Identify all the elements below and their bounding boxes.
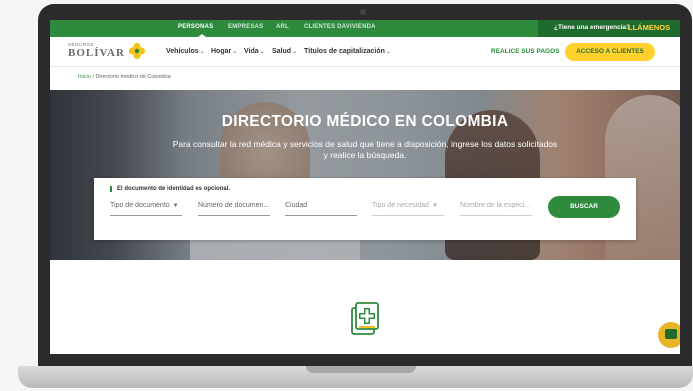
brand-name: BOLÍVAR <box>68 47 125 59</box>
nav-item-label: Hogar <box>211 48 232 55</box>
medical-document-icon <box>351 302 379 335</box>
chat-icon <box>665 329 677 339</box>
document-type-select[interactable]: Tipo de documento ▼ <box>110 202 182 216</box>
breadcrumb-current: Directorio médico de Colombia <box>95 74 171 80</box>
nav-item-label: Vehículos <box>166 48 199 55</box>
need-type-label: Tipo de necesidad <box>372 202 429 209</box>
emergency-question: ¿Tiene una emergencia? <box>554 24 631 31</box>
document-type-label: Tipo de documento <box>110 202 170 209</box>
chevron-down-icon: ⌄ <box>199 49 205 55</box>
nav-item-salud[interactable]: Salud⌄ <box>272 48 297 55</box>
browser-screen: PERSONAS EMPRESAS ARL CLIENTES DAVIVIEND… <box>50 20 680 354</box>
breadcrumb-home[interactable]: Inicio <box>78 74 91 80</box>
client-access-button[interactable]: ACCESO A CLIENTES <box>565 43 655 61</box>
caret-down-icon: ▼ <box>172 203 179 209</box>
nav-item-titulos[interactable]: Títulos de capitalización⌄ <box>304 48 391 55</box>
caret-down-icon: ▼ <box>431 203 438 209</box>
camera-dot <box>360 9 366 15</box>
nav-item-vehiculos[interactable]: Vehículos⌄ <box>166 48 205 55</box>
need-type-select[interactable]: Tipo de necesidad ▼ <box>372 202 444 216</box>
flower-logo-icon <box>128 42 146 60</box>
brand-logo[interactable]: SEGUROS BOLÍVAR <box>68 42 125 59</box>
nav-item-label: Salud <box>272 48 292 55</box>
breadcrumb: Inicio / Directorio médico de Colombia <box>78 74 171 80</box>
chevron-down-icon: ⌄ <box>292 49 298 55</box>
chevron-down-icon: ⌄ <box>259 49 265 55</box>
breadcrumb-separator: / <box>92 74 94 80</box>
page-subtitle: Para consultar la red médica y servicios… <box>172 139 558 160</box>
specialty-input[interactable]: Nombre de la especi... <box>460 202 532 216</box>
document-number-input[interactable]: Número de documen... <box>198 202 270 216</box>
search-panel: El documento de identidad es opcional. T… <box>94 178 636 240</box>
topbar-link-empresas[interactable]: EMPRESAS <box>228 24 263 30</box>
emergency-bar[interactable]: ¿Tiene una emergencia? LLÁMENOS <box>538 20 680 37</box>
top-bar: PERSONAS EMPRESAS ARL CLIENTES DAVIVIEND… <box>50 20 680 37</box>
chevron-down-icon: ⌄ <box>385 49 391 55</box>
main-nav: SEGUROS BOLÍVAR Vehículos⌄ Hogar⌄ Vida⌄ … <box>50 37 680 67</box>
city-input[interactable]: Ciudad <box>285 202 357 216</box>
laptop-notch <box>306 366 416 373</box>
topbar-link-arl[interactable]: ARL <box>276 24 289 30</box>
chevron-down-icon: ⌄ <box>232 49 238 55</box>
document-number-placeholder: Número de documen... <box>198 202 270 209</box>
search-button[interactable]: BUSCAR <box>548 196 620 218</box>
specialty-placeholder: Nombre de la especi... <box>460 202 531 209</box>
topbar-link-personas[interactable]: PERSONAS <box>178 24 213 30</box>
call-us-link[interactable]: LLÁMENOS <box>628 23 670 32</box>
nav-item-label: Títulos de capitalización <box>304 48 385 55</box>
nav-item-label: Vida <box>244 48 259 55</box>
chat-button[interactable] <box>658 322 680 348</box>
nav-item-vida[interactable]: Vida⌄ <box>244 48 265 55</box>
optional-id-note: El documento de identidad es opcional. <box>110 186 230 192</box>
nav-item-hogar[interactable]: Hogar⌄ <box>211 48 237 55</box>
topbar-link-davivienda[interactable]: CLIENTES DAVIVIENDA <box>304 24 376 30</box>
page-title: DIRECTORIO MÉDICO EN COLOMBIA <box>221 113 509 130</box>
payments-link[interactable]: REALICE SUS PAGOS <box>491 48 560 55</box>
city-placeholder: Ciudad <box>285 202 308 209</box>
